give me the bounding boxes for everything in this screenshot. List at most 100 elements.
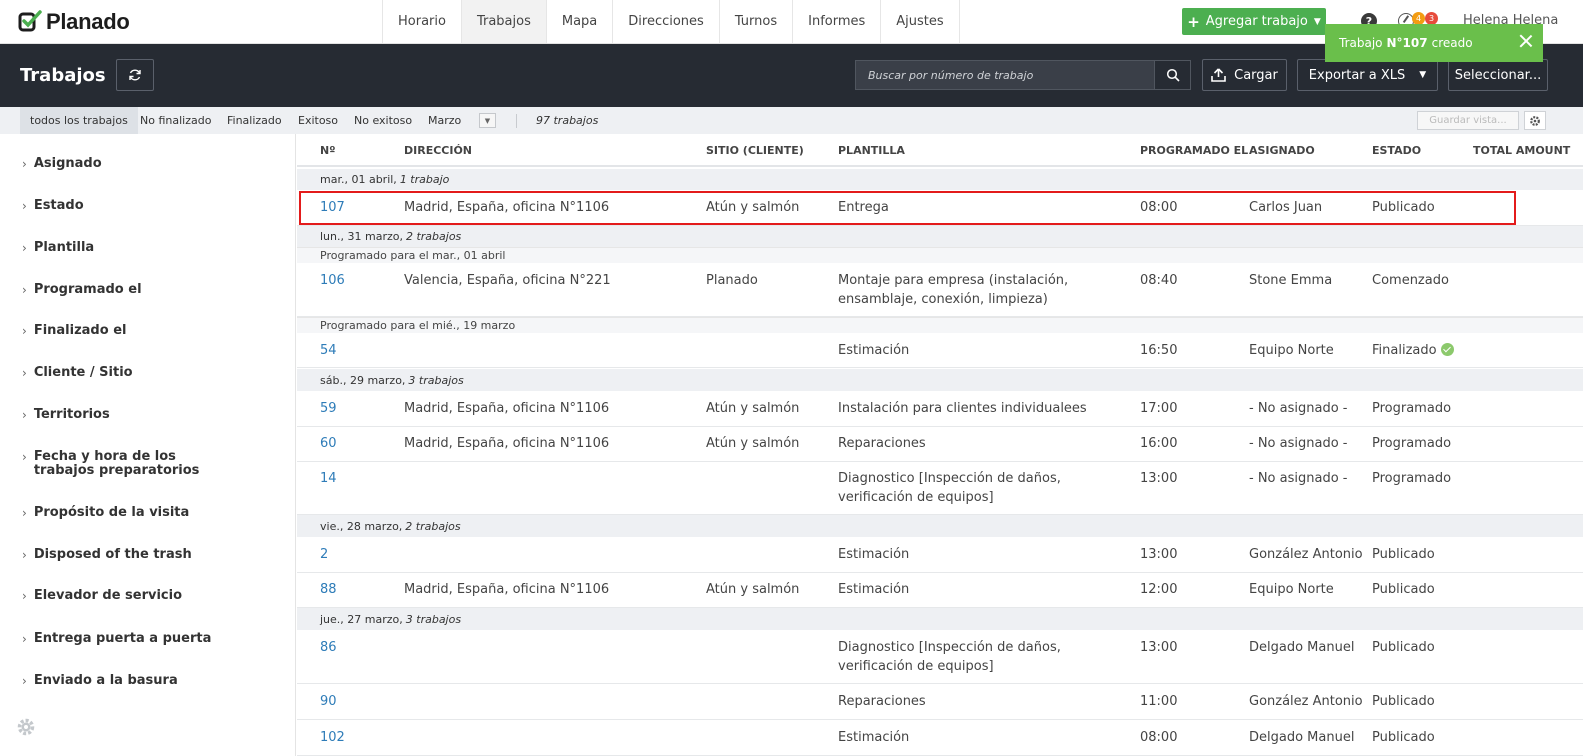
job-number-link[interactable]: 86 — [320, 638, 337, 657]
toast-suffix: creado — [1431, 36, 1473, 50]
group-date: sáb., 29 marzo, — [320, 373, 406, 387]
export-xls-button[interactable]: Exportar a XLS ▼ — [1297, 59, 1438, 91]
job-assignee: - No asignado - — [1249, 436, 1348, 451]
tab-mapa[interactable]: Mapa — [547, 0, 614, 43]
sidebar-item-asignado[interactable]: › Asignado — [22, 157, 234, 172]
gear-icon[interactable] — [16, 717, 36, 737]
table-row[interactable]: 90 Reparaciones 11:00 González Antonio P… — [297, 684, 1583, 720]
toast-prefix: Trabajo — [1339, 36, 1383, 50]
sidebar-item-label: Entrega puerta a puerta — [33, 631, 212, 646]
job-number-link[interactable]: 2 — [320, 545, 328, 564]
job-status: Programado — [1372, 401, 1452, 416]
gear-icon — [1530, 115, 1540, 126]
job-number-link[interactable]: 90 — [320, 692, 337, 711]
sidebar-item-disposed[interactable]: › Disposed of the trash — [22, 548, 234, 563]
sidebar-item-territorios[interactable]: › Territorios — [22, 408, 234, 423]
job-time: 13:00 — [1140, 640, 1178, 655]
job-template: Estimación — [838, 730, 910, 745]
date-group-header: jue., 27 marzo, 3 trabajos — [297, 608, 1583, 630]
refresh-button[interactable] — [116, 59, 154, 91]
job-search-input[interactable]: Buscar por número de trabajo — [855, 60, 1155, 90]
job-number-link[interactable]: 88 — [320, 580, 337, 599]
column-header-address[interactable]: Dirección — [404, 144, 472, 157]
job-number-link[interactable]: 54 — [320, 341, 337, 360]
sidebar-item-label: Fecha y hora de los trabajos preparatori… — [33, 449, 200, 478]
job-number-link[interactable]: 106 — [320, 271, 345, 290]
sidebar-item-finalizado[interactable]: › Finalizado el — [22, 324, 234, 339]
table-row[interactable]: 60 Madrid, España, oficina N°1106 Atún y… — [297, 427, 1583, 462]
close-icon[interactable] — [1519, 34, 1533, 48]
chevron-right-icon: › — [22, 241, 27, 255]
sidebar-item-entrega[interactable]: › Entrega puerta a puerta — [22, 631, 234, 647]
table-row[interactable]: 86 Diagnostico [Inspección de daños, ver… — [297, 630, 1583, 684]
job-assignee: Stone Emma — [1249, 273, 1333, 288]
tab-direcciones[interactable]: Direcciones — [613, 0, 720, 43]
app-logo[interactable]: Planado — [18, 8, 130, 36]
job-status: Publicado — [1372, 730, 1435, 745]
job-number-link[interactable]: 60 — [320, 434, 337, 453]
filter-unsuccessful[interactable]: No exitoso — [344, 107, 422, 134]
job-time: 17:00 — [1140, 401, 1178, 416]
column-header-template[interactable]: Plantilla — [838, 144, 905, 157]
job-number-link[interactable]: 14 — [320, 469, 337, 488]
column-header-scheduled[interactable]: Programado el — [1140, 144, 1248, 157]
select-button[interactable]: Seleccionar... — [1448, 59, 1548, 91]
chevron-down-icon: ▼ — [1419, 70, 1427, 80]
table-row[interactable]: 2 Estimación 13:00 González Antonio Publ… — [297, 537, 1583, 573]
job-template: Reparaciones — [838, 694, 926, 709]
column-header-assignee[interactable]: Asignado — [1249, 144, 1315, 157]
column-header-status[interactable]: Estado — [1372, 144, 1421, 157]
sidebar-item-estado[interactable]: › Estado — [22, 199, 234, 214]
job-status: Publicado — [1372, 582, 1435, 597]
save-view-button[interactable]: Guardar vista... — [1417, 111, 1519, 130]
tab-horario[interactable]: Horario — [383, 0, 462, 43]
filter-finished[interactable]: Finalizado — [217, 107, 292, 134]
refresh-icon — [129, 69, 141, 81]
job-site: Atún y salmón — [706, 582, 800, 597]
filter-not-finished[interactable]: No finalizado — [130, 107, 221, 134]
chevron-right-icon: › — [22, 408, 27, 422]
table-row[interactable]: 88 Madrid, España, oficina N°1106 Atún y… — [297, 573, 1583, 608]
job-status: Publicado — [1372, 547, 1435, 562]
column-header-number[interactable]: Nº — [320, 144, 335, 157]
job-time: 16:50 — [1140, 343, 1178, 358]
search-button[interactable] — [1155, 60, 1191, 90]
toast-job-number: N°107 — [1386, 36, 1428, 50]
job-number-link[interactable]: 59 — [320, 399, 337, 418]
sidebar-item-programado[interactable]: › Programado el — [22, 283, 234, 298]
group-date: jue., 27 marzo, — [320, 612, 403, 626]
upload-button[interactable]: Cargar — [1202, 59, 1287, 91]
success-toast: Trabajo N°107 creado — [1325, 24, 1543, 62]
column-header-site[interactable]: Sitio (cliente) — [706, 144, 804, 157]
table-row[interactable]: 59 Madrid, España, oficina N°1106 Atún y… — [297, 391, 1583, 427]
sidebar-item-basura[interactable]: › Enviado a la basura — [22, 674, 234, 689]
tab-turnos[interactable]: Turnos — [720, 0, 794, 43]
tab-informes[interactable]: Informes — [793, 0, 882, 43]
group-date: lun., 31 marzo, — [320, 230, 403, 243]
column-header-total-amount[interactable]: Total amount — [1473, 144, 1570, 157]
sidebar-item-fecha-preparatorios[interactable]: › Fecha y hora de los trabajos preparator… — [22, 450, 234, 478]
chevron-right-icon: › — [22, 283, 27, 297]
sidebar-item-label: Elevador de servicio — [33, 588, 183, 603]
job-number-link[interactable]: 102 — [320, 728, 345, 747]
chevron-down-icon[interactable]: ▼ — [479, 113, 496, 128]
add-job-button[interactable]: + Agregar trabajo ▼ — [1182, 8, 1326, 35]
sidebar-item-cliente[interactable]: › Cliente / Sitio — [22, 366, 234, 381]
job-template: Estimación — [838, 343, 910, 358]
table-row[interactable]: 14 Diagnostico [Inspección de daños, ver… — [297, 462, 1583, 515]
tab-trabajos[interactable]: Trabajos — [461, 0, 547, 43]
table-row[interactable]: 106 Valencia, España, oficina N°221 Plan… — [297, 263, 1583, 317]
view-settings-button[interactable] — [1524, 111, 1546, 130]
upload-label: Cargar — [1234, 67, 1278, 83]
filter-successful[interactable]: Exitoso — [288, 107, 348, 134]
table-row[interactable]: 54 Estimación 16:50 Equipo Norte Finaliz… — [297, 333, 1583, 368]
sidebar-item-elevador[interactable]: › Elevador de servicio — [22, 588, 234, 604]
sidebar-item-proposito[interactable]: › Propósito de la visita — [22, 506, 234, 521]
sidebar-item-plantilla[interactable]: › Plantilla — [22, 241, 234, 256]
job-template: Estimación — [838, 582, 910, 597]
filter-month[interactable]: Marzo — [418, 107, 471, 134]
chevron-right-icon: › — [22, 324, 27, 338]
filter-all[interactable]: todos los trabajos — [20, 107, 138, 134]
table-row[interactable]: 102 Estimación 08:00 Delgado Manuel Publ… — [297, 720, 1583, 756]
tab-ajustes[interactable]: Ajustes — [881, 0, 960, 43]
